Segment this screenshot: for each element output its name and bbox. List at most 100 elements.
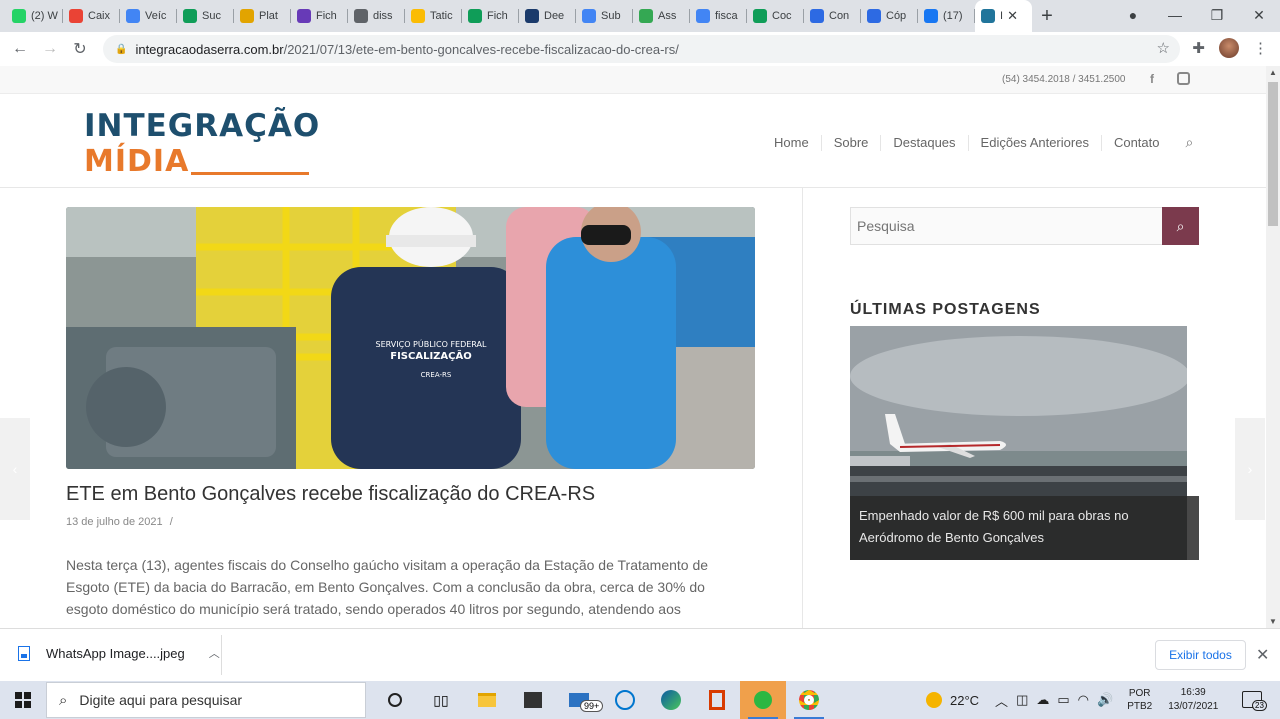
extensions-icon[interactable]: ✚ [1192, 39, 1205, 57]
menu-item-sobre[interactable]: Sobre [820, 134, 881, 151]
cortana-icon[interactable] [372, 681, 418, 719]
tab-favicon-icon [867, 9, 881, 23]
edge-icon[interactable] [648, 681, 694, 719]
close-tab-icon[interactable]: ✕ [1007, 8, 1018, 24]
close-download-bar-icon[interactable]: ✕ [1256, 645, 1269, 665]
browser-tab[interactable]: (17) [918, 0, 975, 32]
tab-label: fisca [715, 10, 738, 22]
browser-tab[interactable]: (2) W [6, 0, 63, 32]
tab-label: Con [829, 10, 850, 22]
tab-favicon-icon [69, 9, 83, 23]
new-tab-button[interactable]: + [1032, 0, 1062, 32]
system-tray: 22°C ︿ ◫ ☁ ▭ ◠ 🔊 POR PTB2 16:39 13/07/20… [926, 681, 1218, 719]
chevron-up-icon[interactable]: ︿ [995, 691, 1008, 710]
profile-menu-icon[interactable]: ● [1112, 0, 1154, 30]
taskbar-search-placeholder: Digite aqui para pesquisar [79, 692, 243, 708]
notification-icon[interactable]: 23 [1242, 691, 1267, 711]
start-button[interactable] [0, 681, 46, 719]
browser-tab[interactable]: Cóp [861, 0, 918, 32]
scroll-up-icon[interactable]: ▲ [1269, 68, 1277, 77]
facebook-icon[interactable]: f [1150, 72, 1154, 86]
lock-icon: 🔒 [115, 43, 128, 55]
back-button[interactable]: ← [5, 40, 35, 58]
scroll-down-icon[interactable]: ▼ [1269, 617, 1277, 626]
battery-icon[interactable]: ▭ [1057, 692, 1069, 708]
menu-item-destaques[interactable]: Destaques [880, 134, 967, 151]
reload-button[interactable]: ↻ [65, 39, 95, 59]
page-scrollbar[interactable]: ▲ ▼ [1266, 66, 1280, 628]
dell-icon[interactable] [602, 681, 648, 719]
site-logo[interactable]: INTEGRAÇÃO MÍDIA [84, 106, 319, 179]
clock-time: 16:39 [1180, 687, 1206, 698]
search-icon: ⌕ [1176, 217, 1185, 234]
browser-tab[interactable]: Caix [63, 0, 120, 32]
tab-label: Dee [544, 10, 565, 22]
browser-tab[interactable]: Fich [462, 0, 519, 32]
chrome-menu-icon[interactable]: ⋮ [1253, 39, 1268, 57]
windows-taskbar: ⌕ Digite aqui para pesquisar ▯▯ 99+ 22°C… [0, 681, 1280, 719]
url-field[interactable]: 🔒 integracaodaserra.com.br/2021/07/13/et… [103, 35, 1180, 63]
restore-button[interactable]: ❐ [1196, 0, 1238, 30]
logo-underline [191, 172, 309, 175]
temperature[interactable]: 22°C [950, 693, 979, 708]
file-explorer-icon[interactable] [464, 681, 510, 719]
browser-tab[interactable]: Suc [177, 0, 234, 32]
tab-label: Fich [487, 10, 508, 22]
next-post-arrow[interactable]: › [1235, 418, 1265, 520]
minimize-button[interactable]: — [1154, 0, 1196, 30]
browser-tab[interactable]: I ✕ [975, 0, 1032, 32]
tab-label: Coc [772, 10, 792, 22]
post-featured-image[interactable]: SERVIÇO PÚBLICO FEDERAL FISCALIZAÇÃO CRE… [66, 207, 755, 469]
browser-tab[interactable]: fisca [690, 0, 747, 32]
chevron-up-icon[interactable]: ︿ [209, 645, 220, 661]
menu-search-icon[interactable]: ⌕ [1172, 134, 1194, 151]
language-indicator[interactable]: POR PTB2 [1127, 687, 1152, 713]
browser-tab[interactable]: Sub [576, 0, 633, 32]
volume-icon[interactable]: 🔊 [1097, 692, 1113, 708]
sidebar-search: ⌕ [850, 207, 1199, 245]
browser-tab[interactable]: Con [804, 0, 861, 32]
browser-tab[interactable]: diss [348, 0, 405, 32]
menu-item-edicoes[interactable]: Edições Anteriores [967, 134, 1101, 151]
latest-post-card[interactable]: Empenhado valor de R$ 600 mil para obras… [850, 326, 1199, 560]
site-header: INTEGRAÇÃO MÍDIA Home Sobre Destaques Ed… [0, 94, 1266, 188]
meet-now-icon[interactable]: ◫ [1016, 692, 1028, 708]
show-all-button[interactable]: Exibir todos [1155, 640, 1246, 670]
close-window-button[interactable]: ✕ [1238, 0, 1280, 30]
download-item[interactable]: WhatsApp Image....jpeg ︿ [18, 645, 220, 661]
onedrive-icon[interactable]: ☁ [1036, 692, 1049, 708]
search-button[interactable]: ⌕ [1162, 207, 1199, 245]
search-input[interactable] [850, 207, 1163, 245]
prev-post-arrow[interactable]: ‹ [0, 418, 30, 520]
browser-tab[interactable]: Ass [633, 0, 690, 32]
weather-sun-icon[interactable] [926, 692, 942, 708]
browser-tab[interactable]: Coc [747, 0, 804, 32]
task-view-icon[interactable]: ▯▯ [418, 681, 464, 719]
store-icon[interactable] [510, 681, 556, 719]
tab-label: Fich [316, 10, 337, 22]
logo-line-1: INTEGRAÇÃO [84, 108, 321, 144]
whatsapp-app-icon[interactable] [740, 681, 786, 719]
chrome-icon[interactable] [786, 681, 832, 719]
office-icon[interactable] [694, 681, 740, 719]
tab-favicon-icon [753, 9, 767, 23]
mail-icon[interactable]: 99+ [556, 681, 604, 719]
column-divider [802, 188, 803, 628]
scroll-thumb[interactable] [1268, 82, 1278, 226]
wifi-icon[interactable]: ◠ [1078, 692, 1089, 708]
menu-item-contato[interactable]: Contato [1100, 134, 1172, 151]
vest-text-1: SERVIÇO PÚBLICO FEDERAL [376, 338, 488, 349]
instagram-icon[interactable] [1177, 72, 1190, 85]
latest-post-caption[interactable]: Empenhado valor de R$ 600 mil para obras… [850, 496, 1199, 560]
browser-tab[interactable]: Veíc [120, 0, 177, 32]
browser-tab[interactable]: Fich [291, 0, 348, 32]
menu-item-home[interactable]: Home [762, 135, 821, 151]
browser-tab[interactable]: Tatic [405, 0, 462, 32]
clock[interactable]: 16:39 13/07/2021 [1168, 686, 1218, 714]
forward-button[interactable]: → [35, 40, 65, 58]
browser-tab[interactable]: Plat [234, 0, 291, 32]
browser-tab[interactable]: Dee [519, 0, 576, 32]
taskbar-search[interactable]: ⌕ Digite aqui para pesquisar [46, 682, 366, 718]
bookmark-star-icon[interactable]: ☆ [1157, 39, 1170, 57]
avatar[interactable] [1219, 38, 1239, 58]
